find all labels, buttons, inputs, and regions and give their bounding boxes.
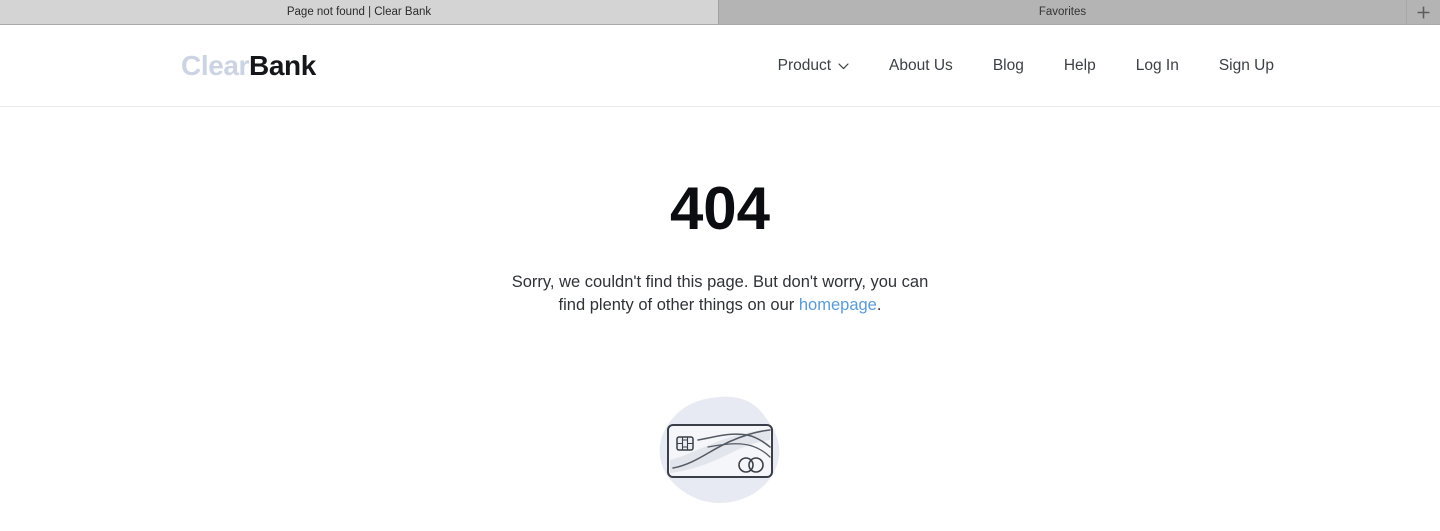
nav-item-product[interactable]: Product [758, 52, 869, 80]
card-chip-icon [676, 436, 694, 451]
nav-item-log-in[interactable]: Log In [1116, 52, 1199, 80]
card-graphic [667, 423, 773, 478]
chevron-down-icon [838, 62, 849, 69]
error-code-heading: 404 [669, 175, 771, 242]
nav-item-label: About Us [889, 56, 953, 74]
homepage-link[interactable]: homepage [799, 296, 877, 314]
new-tab-button[interactable] [1406, 0, 1440, 24]
nav-item-about-us[interactable]: About Us [869, 52, 973, 80]
browser-tab-title: Page not found | Clear Bank [286, 6, 432, 18]
error-message-suffix: . [876, 296, 882, 315]
nav-item-label: Product [777, 56, 832, 74]
nav-item-help[interactable]: Help [1044, 52, 1116, 80]
nav-item-sign-up[interactable]: Sign Up [1199, 52, 1274, 80]
brand-logo[interactable]: ClearBank [181, 49, 316, 81]
nav-item-label: Blog [992, 56, 1024, 74]
nav-item-label: Log In [1135, 56, 1179, 74]
browser-tab-title: Favorites [1038, 6, 1087, 18]
bank-card-illustration [659, 396, 780, 503]
error-message: Sorry, we couldn't find this page. But d… [500, 271, 940, 318]
illustration-container [0, 394, 1440, 506]
browser-tab-active[interactable]: Page not found | Clear Bank [0, 0, 719, 24]
nav-item-blog[interactable]: Blog [973, 52, 1044, 80]
site-header: ClearBank Product About Us Blog Help Log… [0, 25, 1440, 107]
logo-word-clear: Clear [181, 49, 250, 81]
browser-tab-favorites[interactable]: Favorites [719, 0, 1406, 24]
plus-icon [1417, 6, 1430, 18]
nav-item-label: Sign Up [1218, 56, 1274, 74]
error-page-content: 404 Sorry, we couldn't find this page. B… [0, 107, 1440, 506]
logo-word-bank: Bank [249, 49, 316, 81]
main-navigation: Product About Us Blog Help Log In Sign U… [758, 52, 1274, 80]
header-inner: ClearBank Product About Us Blog Help Log… [0, 49, 1440, 81]
nav-item-label: Help [1063, 56, 1096, 74]
browser-tab-strip: Page not found | Clear Bank Favorites [0, 0, 1440, 25]
